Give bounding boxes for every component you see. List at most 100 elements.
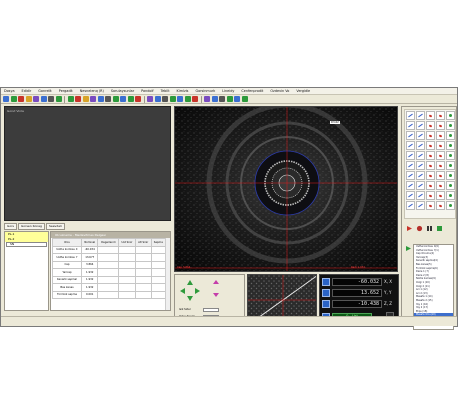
tool-button[interactable] xyxy=(446,201,455,210)
image-viewer-pane[interactable]: Gorut Vinla xyxy=(4,106,171,221)
tool-button[interactable] xyxy=(416,171,425,180)
camera-view[interactable]: D3.62 Cap 3.864 Radi 1.932 xyxy=(174,106,398,272)
tool-button[interactable] xyxy=(446,121,455,130)
tool-button[interactable] xyxy=(436,151,445,160)
table-row[interactable]: Kenarlk sapmal 1.932 xyxy=(52,275,167,284)
tool-button[interactable] xyxy=(416,201,425,210)
toolbar-button[interactable] xyxy=(67,96,74,102)
tool-button[interactable] xyxy=(416,161,425,170)
table-row[interactable]: Ustha kordosu Y 13.677 xyxy=(52,253,167,262)
table-row[interactable]: Formlok sapma 0.001 xyxy=(52,290,167,299)
light-slider-field[interactable] xyxy=(203,308,219,312)
tool-button[interactable] xyxy=(406,191,415,200)
toolbar-button[interactable] xyxy=(82,96,89,102)
toolbar-button[interactable] xyxy=(226,96,233,102)
toolbar-button[interactable] xyxy=(112,96,119,102)
column-header[interactable]: Nominal xyxy=(80,238,99,247)
toolbar-button[interactable] xyxy=(90,96,96,102)
tool-button[interactable] xyxy=(406,171,415,180)
tab-seevdeli[interactable]: Seevdeli xyxy=(45,223,65,230)
zoom-up-icon[interactable] xyxy=(213,280,219,284)
tool-button[interactable] xyxy=(406,161,415,170)
column-header[interactable]: Ust Sinir xyxy=(118,238,136,247)
table-row[interactable]: Bas kanas 1.932 xyxy=(52,283,167,292)
toolbar-button[interactable] xyxy=(177,96,183,102)
tab-gorus[interactable]: Gors xyxy=(4,223,17,230)
toolbar-button[interactable] xyxy=(75,96,81,102)
jog-arrows[interactable] xyxy=(180,280,200,302)
play-icon[interactable] xyxy=(406,225,413,232)
menu-item[interactable]: Gorsinmurk xyxy=(195,89,215,93)
table-row[interactable]: Cap 3.864 xyxy=(52,260,167,269)
menu-item[interactable]: Cenfenprodit xyxy=(241,89,263,93)
tool-button[interactable] xyxy=(436,111,445,120)
toolbar-button[interactable] xyxy=(211,96,218,102)
tool-button[interactable] xyxy=(406,201,415,210)
tool-button[interactable] xyxy=(426,181,435,190)
pause-icon[interactable] xyxy=(426,225,433,232)
toolbar-button[interactable] xyxy=(162,96,168,102)
tool-button[interactable] xyxy=(406,181,415,190)
arrow-left-icon[interactable] xyxy=(180,288,185,294)
tab-gorsen-konag[interactable]: Gorsen Konag xyxy=(17,223,45,230)
toolbar-button[interactable] xyxy=(97,96,104,102)
tool-button[interactable] xyxy=(436,121,445,130)
column-header[interactable]: Degerlendi xyxy=(97,238,120,247)
column-header[interactable]: Sapma xyxy=(150,238,167,247)
menu-item[interactable]: Gonrelit xyxy=(38,89,51,93)
menu-item[interactable]: Vergidle xyxy=(296,89,310,93)
toolbar-button[interactable] xyxy=(204,96,210,102)
toolbar-button[interactable] xyxy=(127,96,134,102)
tool-button[interactable] xyxy=(416,141,425,150)
tool-button[interactable] xyxy=(426,151,435,160)
menu-item[interactable]: Tebilt xyxy=(161,89,170,93)
tool-button[interactable] xyxy=(446,111,455,120)
play-small-icon[interactable] xyxy=(405,245,412,252)
menu-item[interactable]: Sorulaysunlar xyxy=(111,89,134,93)
column-header[interactable]: Alt Sinir xyxy=(134,238,152,247)
tool-button[interactable] xyxy=(406,121,415,130)
toolbar-button[interactable] xyxy=(33,96,39,102)
tool-button[interactable] xyxy=(416,131,425,140)
menu-item[interactable]: Pergadit xyxy=(59,89,73,93)
results-scrollbar[interactable] xyxy=(165,238,170,310)
tool-button[interactable] xyxy=(446,141,455,150)
toolbar-button[interactable] xyxy=(3,96,9,102)
tool-button[interactable] xyxy=(416,191,425,200)
tool-button[interactable] xyxy=(426,121,435,130)
tool-button[interactable] xyxy=(436,131,445,140)
tool-button[interactable] xyxy=(426,201,435,210)
tool-button[interactable] xyxy=(436,161,445,170)
arrow-down-icon[interactable] xyxy=(187,296,193,301)
tool-button[interactable] xyxy=(406,131,415,140)
tool-button[interactable] xyxy=(436,181,445,190)
toolbar-button[interactable] xyxy=(154,96,161,102)
tool-button[interactable] xyxy=(436,141,445,150)
tool-button[interactable] xyxy=(446,151,455,160)
menu-item[interactable]: Kimlzis xyxy=(177,89,189,93)
tool-button[interactable] xyxy=(426,131,435,140)
tool-button[interactable] xyxy=(416,111,425,120)
tool-button[interactable] xyxy=(416,121,425,130)
menu-item[interactable]: Edidir xyxy=(22,89,32,93)
tool-button[interactable] xyxy=(436,191,445,200)
tool-button[interactable] xyxy=(446,131,455,140)
arrow-up-icon[interactable] xyxy=(187,280,193,285)
export-icon[interactable] xyxy=(436,225,443,232)
tool-button[interactable] xyxy=(426,161,435,170)
tool-button[interactable] xyxy=(406,151,415,160)
toolbar-button[interactable] xyxy=(48,96,54,102)
tool-button[interactable] xyxy=(446,181,455,190)
toolbar-button[interactable] xyxy=(40,96,47,102)
toolbar-button[interactable] xyxy=(219,96,225,102)
toolbar-button[interactable] xyxy=(234,96,240,102)
tool-button[interactable] xyxy=(426,191,435,200)
toolbar-button[interactable] xyxy=(10,96,17,102)
toolbar-button[interactable] xyxy=(241,96,248,102)
arrow-right-icon[interactable] xyxy=(195,288,200,294)
menu-item[interactable]: Lineidy xyxy=(222,89,234,93)
toolbar-button[interactable] xyxy=(55,96,62,102)
tree-item[interactable]: SN xyxy=(6,242,47,247)
tool-button[interactable] xyxy=(446,161,455,170)
tool-button[interactable] xyxy=(426,111,435,120)
